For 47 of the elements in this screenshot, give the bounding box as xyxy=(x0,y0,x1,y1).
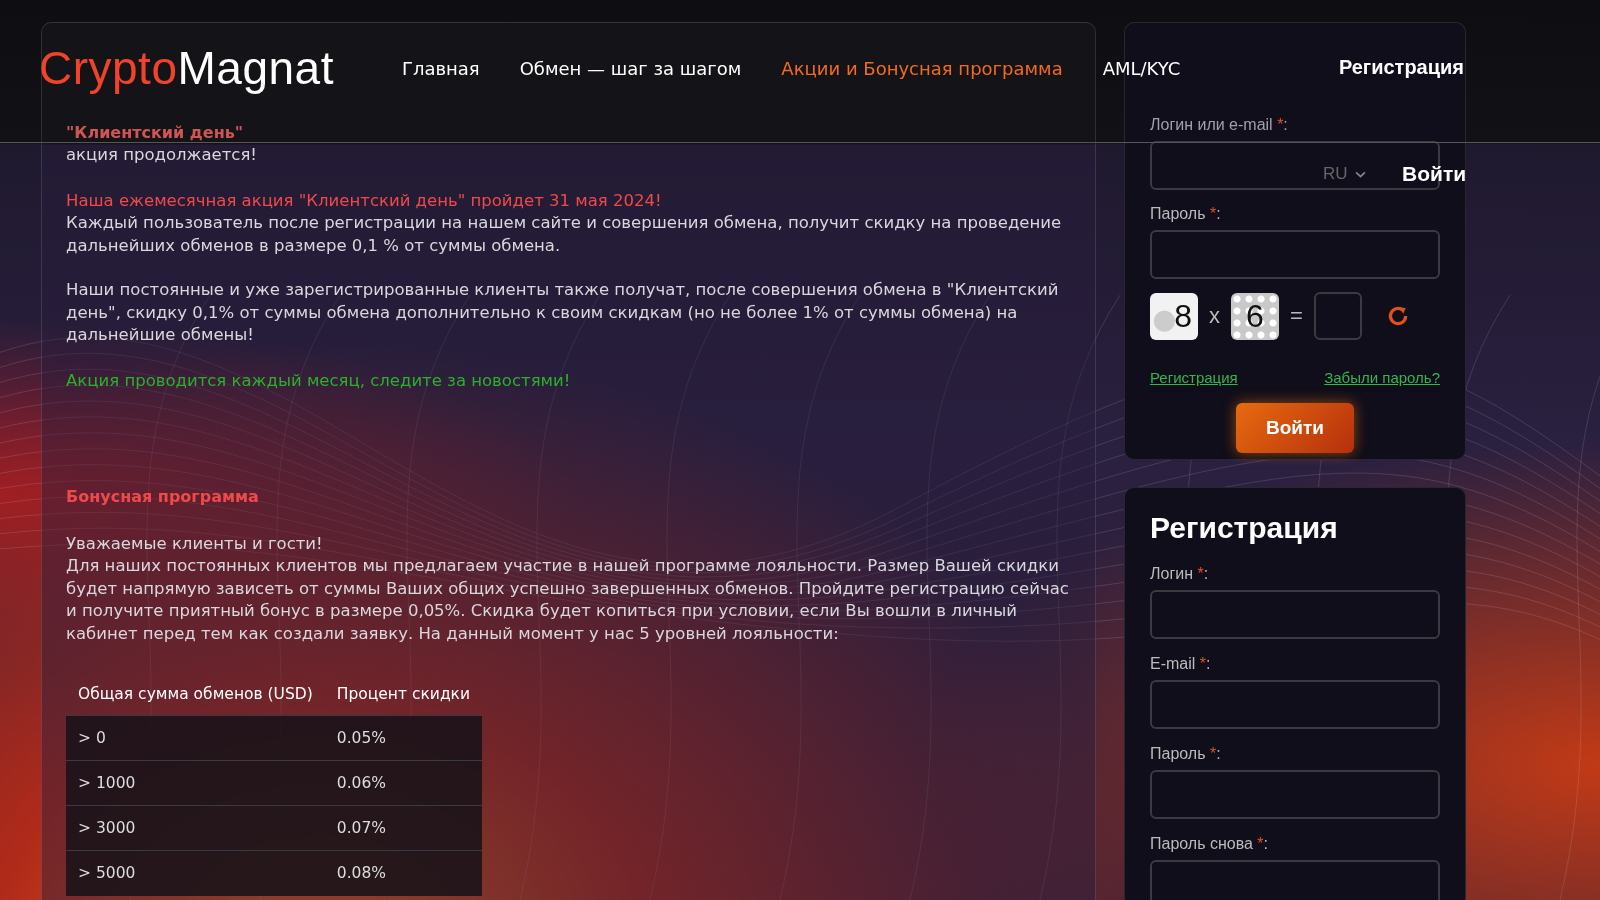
promo-title: "Клиентский день" xyxy=(66,122,245,144)
registration-title: Регистрация xyxy=(1150,510,1339,546)
captcha-digit: 8 xyxy=(1150,292,1198,340)
nav-link[interactable]: Главная xyxy=(401,58,480,79)
login-link[interactable]: Войти xyxy=(1402,162,1467,186)
bonus-greeting: Уважаемые клиенты и гости! xyxy=(66,532,324,555)
table-cell: > 5000 xyxy=(66,850,325,896)
table-cell: 0.06% xyxy=(324,760,483,806)
table-cell: 0.07% xyxy=(324,805,483,851)
register-link[interactable]: Регистрация xyxy=(1150,369,1238,386)
register-link[interactable]: Регистрация xyxy=(1338,56,1464,79)
field-label: Логин или e-mail *: xyxy=(1150,115,1289,135)
nav-link[interactable]: Обмен — шаг за шагом xyxy=(519,58,742,79)
table-cell: > 1000 xyxy=(66,760,325,806)
nav-link[interactable]: Акции и Бонусная программа xyxy=(781,58,1063,79)
input-field[interactable] xyxy=(1150,860,1440,900)
login-button[interactable]: Войти xyxy=(1236,403,1354,453)
input-field[interactable] xyxy=(1150,590,1440,639)
nav-link[interactable]: AML/KYC xyxy=(1102,58,1181,79)
column-header: Процент скидки xyxy=(324,679,483,716)
captcha-operator: x xyxy=(1209,303,1220,329)
table-cell: 0.05% xyxy=(324,715,483,761)
promo-paragraph: Наши постоянные и уже зарегистрированные клиенты также получат, после совершения обмена в "Клиентский день", скидку 0,1% от суммы обмена дополнительно к своим скидкам (но не более 1% от суммы обмена) на дальнейшие обмены! xyxy=(66,279,1060,346)
captcha-equals: = xyxy=(1290,303,1303,329)
forgot-password-link[interactable]: Забыли пароль? xyxy=(1324,369,1440,386)
field-label: E-mail *: xyxy=(1150,654,1212,674)
captcha-input[interactable] xyxy=(1313,292,1362,340)
input-field[interactable] xyxy=(1150,770,1440,819)
table-cell: 0.08% xyxy=(324,850,483,896)
field-label: Пароль *: xyxy=(1150,204,1222,224)
table-cell: > 0 xyxy=(66,715,325,761)
column-header: Общая сумма обменов (USD) xyxy=(66,679,325,716)
promo-notice: Акция проводится каждый месяц, следите за новостями! xyxy=(66,369,572,392)
input-field[interactable] xyxy=(1150,230,1440,279)
captcha-digit: 6 xyxy=(1231,292,1279,340)
field-label: Логин *: xyxy=(1150,564,1210,584)
promo-headline: Наша ежемесячная акция "Клиентский день" пройдет 31 мая 2024! xyxy=(66,189,663,212)
field-label: Пароль *: xyxy=(1150,744,1222,764)
table-cell: > 3000 xyxy=(66,805,325,851)
bonus-title: Бонусная программа xyxy=(66,486,260,508)
bonus-paragraph: Для наших постоянных клиентов мы предлагаем участие в нашей программе лояльности. Размер Вашей скидки будет напрямую зависеть от суммы Ваших общих успешно завершенных обменов. Пройдите регистрацию сейчас и получите приятный бонус в размере 0,05%. Скидка будет копиться при условии, если Вы вошли в личный кабинет перед тем как создали заявку. На данный момент у нас 5 уровней лояльности: xyxy=(66,555,1070,645)
site-logo[interactable]: CryptoMagnat xyxy=(39,44,334,92)
field-label: Пароль снова *: xyxy=(1150,834,1270,854)
promo-paragraph: Каждый пользователь после регистрации на нашем сайте и совершения обмена, получит скидку на проведение дальнейших обменов в размере 0,1 % от суммы обмена. xyxy=(66,212,1063,257)
input-field[interactable] xyxy=(1150,680,1440,729)
chevron-down-icon xyxy=(1354,170,1366,178)
promo-subtitle: акция продолжается! xyxy=(66,144,258,166)
